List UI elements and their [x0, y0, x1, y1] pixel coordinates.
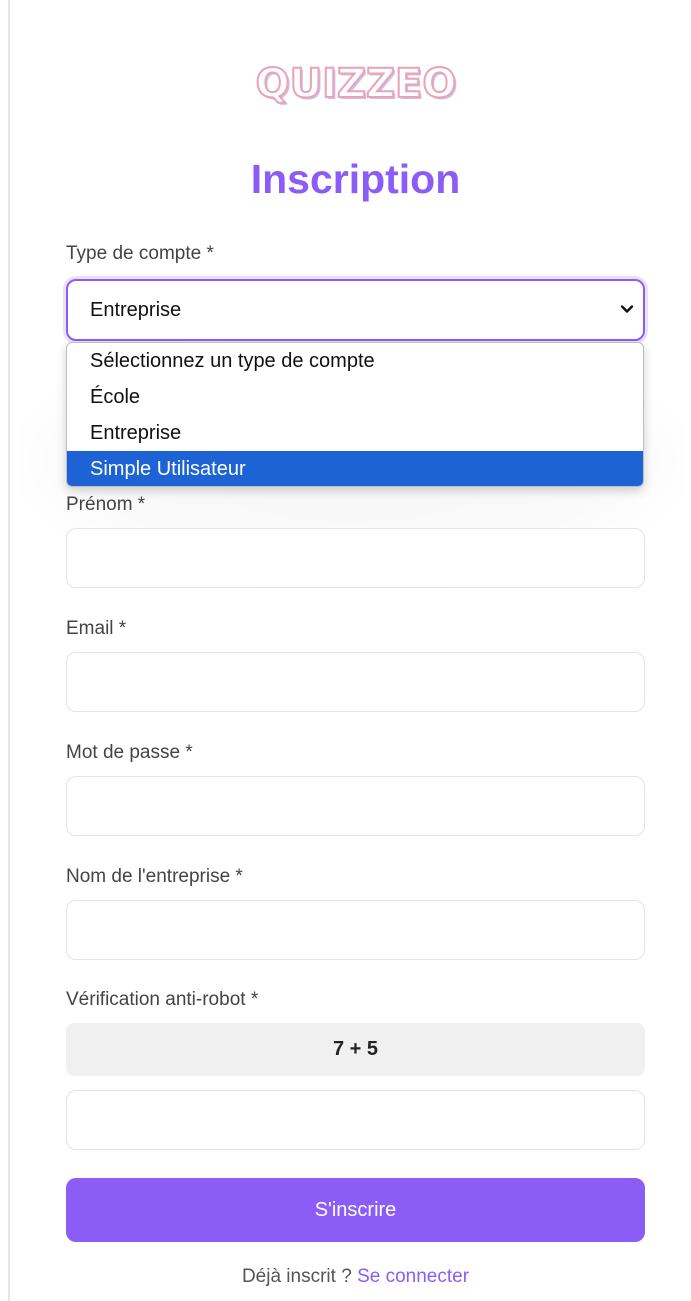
login-link[interactable]: Se connecter — [357, 1266, 469, 1287]
account-type-label: Type de compte * — [66, 243, 214, 264]
company-name-input[interactable] — [66, 900, 645, 960]
dropdown-option[interactable]: Entreprise — [67, 415, 643, 451]
account-type-selected-value: Entreprise — [90, 298, 182, 321]
prenom-label: Prénom * — [66, 494, 146, 515]
dropdown-option[interactable]: Sélectionnez un type de compte — [67, 343, 643, 379]
dropdown-option[interactable]: École — [67, 379, 643, 415]
dropdown-option-highlighted[interactable]: Simple Utilisateur — [67, 451, 643, 486]
email-input[interactable] — [66, 652, 645, 712]
account-type-dropdown[interactable]: Sélectionnez un type de compte École Ent… — [66, 342, 644, 487]
password-label: Mot de passe * — [66, 742, 193, 763]
page-title: Inscription — [250, 156, 461, 202]
logo-text: QUIZZEO — [255, 60, 458, 108]
quizzeo-logo: QUIZZEO — [248, 60, 464, 108]
email-label: Email * — [66, 618, 127, 639]
captcha-answer-input[interactable] — [66, 1090, 645, 1150]
account-type-select[interactable]: Entreprise — [66, 279, 645, 341]
prenom-input[interactable] — [66, 528, 645, 588]
captcha-question: 7 + 5 — [66, 1023, 645, 1076]
signup-button[interactable]: S'inscrire — [66, 1178, 645, 1242]
login-prompt: Déjà inscrit ? Se connecter — [0, 1266, 691, 1288]
login-prompt-text: Déjà inscrit ? — [241, 1266, 358, 1287]
chevron-down-icon — [620, 305, 634, 313]
password-input[interactable] — [66, 776, 645, 836]
company-name-label: Nom de l'entreprise * — [66, 866, 243, 887]
captcha-label: Vérification anti-robot * — [66, 989, 259, 1010]
